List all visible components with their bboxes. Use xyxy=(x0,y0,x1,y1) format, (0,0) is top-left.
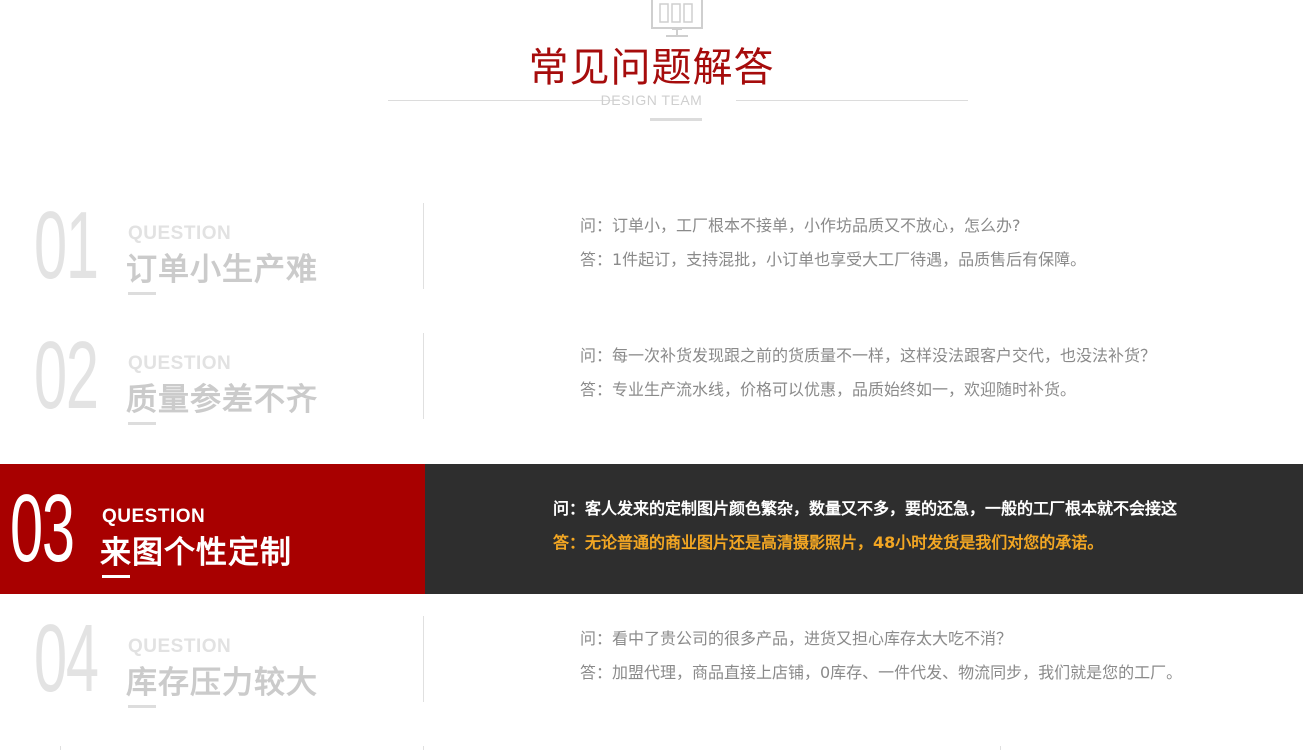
peek-mark xyxy=(60,746,61,750)
page-title: 常见问题解答 xyxy=(528,45,775,91)
faq-number: 04 xyxy=(34,605,99,712)
faq-question-label: QUESTION xyxy=(128,353,232,374)
faq-heading: 订单小生产难 xyxy=(126,252,318,288)
faq-qa: 问：每一次补货发现跟之前的货质量不一样，这样没法跟客户交代，也没法补货？ 答：专… xyxy=(580,339,1156,407)
faq-number: 01 xyxy=(34,192,99,299)
faq-dash xyxy=(128,292,156,295)
faq-qa: 问：订单小，工厂根本不接单，小作坊品质又不放心，怎么办? 答：1件起订，支持混批… xyxy=(580,209,1086,277)
faq-answer-text: 答：1件起订，支持混批，小订单也享受大工厂待遇，品质售后有保障。 xyxy=(580,250,1087,269)
faq-heading: 来图个性定制 xyxy=(100,535,292,571)
faq-heading: 质量参差不齐 xyxy=(126,382,318,418)
faq-question-text: 问：订单小，工厂根本不接单，小作坊品质又不放心，怎么办? xyxy=(580,216,1021,235)
faq-item[interactable]: 04 QUESTION 库存压力较大 问：看中了贵公司的很多产品，进货又担心库存… xyxy=(0,594,1303,724)
faq-answer-text: 答：专业生产流水线，价格可以优惠，品质始终如一，欢迎随时补货。 xyxy=(580,380,1077,399)
faq-question-text: 问：客人发来的定制图片颜色繁杂，数量又不多，要的还急，一般的工厂根本就不会接这 xyxy=(553,499,1178,518)
faq-divider xyxy=(423,333,424,419)
next-row-peek xyxy=(0,742,1303,750)
faq-answer-text: 答：加盟代理，商品直接上店铺，0库存、一件代发、物流同步，我们就是您的工厂。 xyxy=(580,663,1183,682)
faq-qa: 问：客人发来的定制图片颜色繁杂，数量又不多，要的还急，一般的工厂根本就不会接这 … xyxy=(553,492,1177,560)
faq-heading: 库存压力较大 xyxy=(126,665,318,701)
faq-divider xyxy=(423,616,424,702)
faq-section: 常见问题解答 DESIGN TEAM 01 QUESTION 订单小生产难 问：… xyxy=(0,0,1303,750)
peek-mark xyxy=(1000,746,1001,750)
faq-item[interactable]: 01 QUESTION 订单小生产难 问：订单小，工厂根本不接单，小作坊品质又不… xyxy=(0,181,1303,311)
faq-dash xyxy=(128,705,156,708)
faq-question-label: QUESTION xyxy=(102,506,206,527)
faq-dash xyxy=(128,422,156,425)
faq-question-text: 问：看中了贵公司的很多产品，进货又担心库存太大吃不消？ xyxy=(580,629,1013,648)
faq-question-text: 问：每一次补货发现跟之前的货质量不一样，这样没法跟客户交代，也没法补货？ xyxy=(580,346,1157,365)
faq-answer-text: 答：无论普通的商业图片还是高清摄影照片，48小时发货是我们对您的承诺。 xyxy=(553,533,1104,552)
faq-dash xyxy=(102,575,130,578)
faq-divider xyxy=(423,203,424,289)
faq-qa: 问：看中了贵公司的很多产品，进货又担心库存太大吃不消？ 答：加盟代理，商品直接上… xyxy=(580,622,1182,690)
faq-number: 02 xyxy=(34,322,99,429)
page-subtitle: DESIGN TEAM xyxy=(600,92,703,108)
faq-question-label: QUESTION xyxy=(128,223,232,244)
faq-item-active[interactable]: 03 QUESTION 来图个性定制 问：客人发来的定制图片颜色繁杂，数量又不多… xyxy=(0,464,1303,594)
faq-item[interactable]: 02 QUESTION 质量参差不齐 问：每一次补货发现跟之前的货质量不一样，这… xyxy=(0,311,1303,441)
faq-question-label: QUESTION xyxy=(128,636,232,657)
faq-number: 03 xyxy=(10,475,75,582)
monitor-icon xyxy=(651,0,703,37)
title-underbar xyxy=(650,118,702,121)
peek-mark xyxy=(423,746,424,750)
